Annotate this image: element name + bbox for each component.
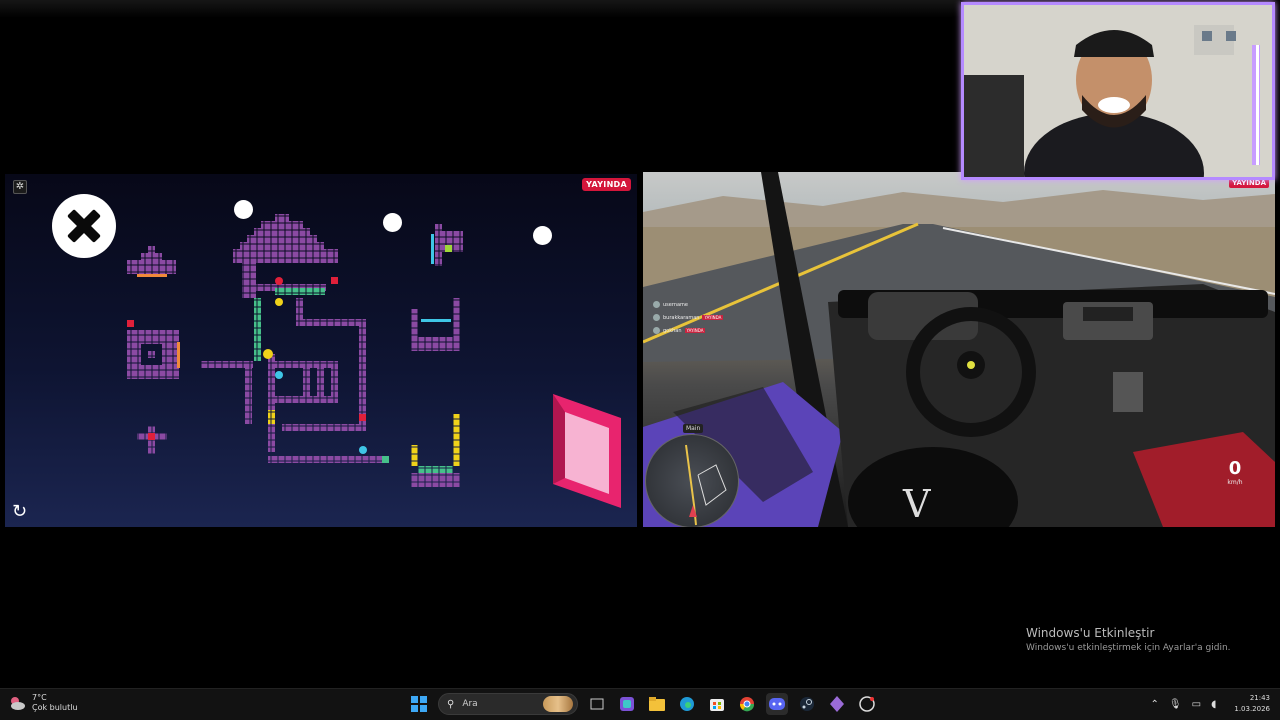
windows-activation-watermark: Windows'u Etkinleştir Windows'u etkinleş… (1026, 626, 1231, 653)
stream-chat-overlay: username burakkaraman YAYINDA gokhan YAYIN… (653, 300, 753, 339)
exit-portal (553, 394, 621, 508)
clock[interactable]: 21:43 1.03.2026 (1234, 693, 1270, 715)
block-piece-arrow (431, 224, 463, 266)
puzzle-game-panel[interactable]: ✲ YAYINDA ↻ (5, 174, 637, 527)
minimap-label: Main (683, 424, 704, 433)
block-piece-ring (127, 320, 180, 379)
taskbar-apps: ⚲ Ara (408, 693, 878, 715)
block-piece-plus (137, 426, 167, 454)
weather-desc: Çok bulutlu (32, 703, 78, 712)
search-placeholder: Ara (462, 699, 478, 709)
windows-taskbar: 7°C Çok bulutlu ⚲ Ara ⌃ 🎙 ▭ ◖ 21:43 1.03… (0, 688, 1280, 720)
obs-icon[interactable] (856, 693, 878, 715)
undo-icon[interactable]: ↻ (12, 502, 32, 522)
clock-time: 21:43 (1249, 694, 1270, 702)
chat-line: username (653, 300, 753, 309)
search-icon: ⚲ (447, 698, 455, 710)
m365-icon[interactable] (616, 693, 638, 715)
task-view-icon[interactable] (586, 693, 608, 715)
weather-widget[interactable]: 7°C Çok bulutlu (8, 693, 78, 713)
block-piece-u (411, 414, 460, 487)
discord-icon[interactable] (766, 693, 788, 715)
store-icon[interactable] (706, 693, 728, 715)
clock-date: 1.03.2026 (1234, 705, 1270, 713)
volume-icon[interactable]: ◖ (1211, 699, 1216, 710)
system-tray: ⌃ 🎙 ▭ ◖ 21:43 1.03.2026 (1151, 693, 1270, 715)
chrome-icon[interactable] (736, 693, 758, 715)
webcam-overlay (961, 2, 1275, 180)
start-icon[interactable] (408, 693, 430, 715)
search-box[interactable]: ⚲ Ara (438, 693, 578, 715)
minimap (645, 434, 739, 527)
chevron-up-icon[interactable]: ⌃ (1151, 699, 1159, 710)
chat-line: burakkaraman YAYINDA (653, 313, 753, 322)
top-strip (0, 0, 960, 18)
weather-temp: 7°C (32, 693, 47, 702)
activation-subtitle: Windows'u etkinleştirmek için Ayarlar'a … (1026, 643, 1231, 653)
weather-icon (8, 694, 26, 712)
streamer-camera (964, 5, 1272, 177)
search-highlight-image (543, 696, 573, 712)
activation-title: Windows'u Etkinleştir (1026, 626, 1155, 640)
block-maze (201, 214, 389, 463)
edge-icon[interactable] (676, 693, 698, 715)
block-piece-triangle (127, 246, 176, 277)
speed-unit: km/h (1227, 479, 1243, 486)
speedometer: 0 km/h (1207, 458, 1263, 486)
game-icon[interactable] (826, 693, 848, 715)
svg-text:V: V (902, 482, 931, 526)
folder-icon[interactable] (646, 693, 668, 715)
block-piece-cup (411, 298, 460, 351)
puzzle-board[interactable] (5, 174, 637, 527)
steam-icon[interactable] (796, 693, 818, 715)
microphone-icon[interactable]: 🎙 (1169, 699, 1182, 710)
speed-value: 0 (1228, 458, 1242, 479)
network-icon[interactable]: ▭ (1192, 699, 1201, 710)
chat-line: gokhan YAYINDA (653, 326, 753, 335)
driving-game-panel: V YAYINDA username burakkaraman YAYINDA g… (643, 172, 1275, 527)
